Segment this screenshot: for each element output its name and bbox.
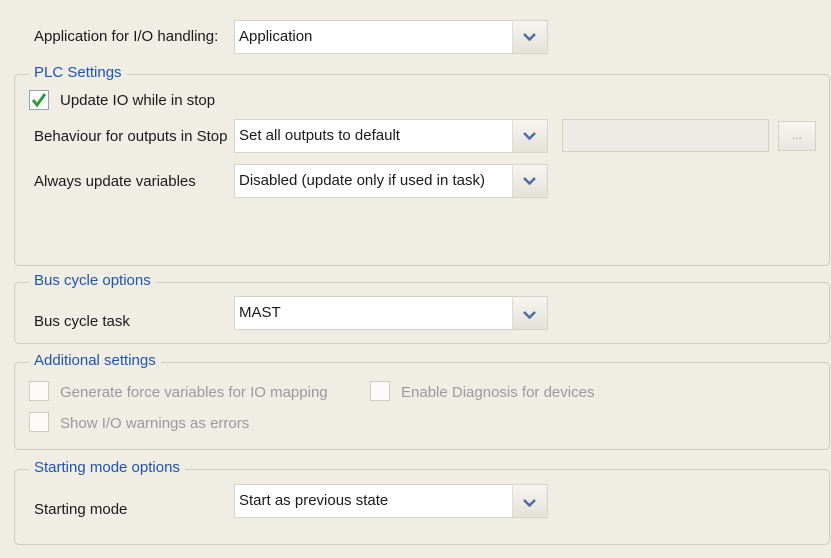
- bus-cycle-task-value: MAST: [239, 304, 281, 321]
- starting-mode-value: Start as previous state: [239, 492, 389, 509]
- app-handling-dropdown-button[interactable]: [512, 21, 547, 53]
- checkmark-icon: [31, 93, 47, 108]
- starting-mode-dropdown-button[interactable]: [512, 485, 547, 517]
- chevron-down-icon: [523, 33, 536, 41]
- starting-mode-select[interactable]: Start as previous state: [234, 484, 548, 518]
- chevron-down-icon: [523, 311, 536, 319]
- behaviour-select[interactable]: Set all outputs to default: [234, 119, 548, 153]
- update-io-label: Update IO while in stop: [60, 92, 216, 109]
- enable-diagnosis-label: Enable Diagnosis for devices: [401, 384, 595, 401]
- behaviour-extra-field: [562, 119, 769, 152]
- always-update-dropdown-button[interactable]: [512, 165, 547, 197]
- behaviour-dropdown-button[interactable]: [512, 120, 547, 152]
- chevron-down-icon: [523, 499, 536, 507]
- warnings-as-errors-label: Show I/O warnings as errors: [60, 415, 250, 432]
- app-handling-value: Application: [239, 28, 313, 45]
- behaviour-value: Set all outputs to default: [239, 127, 400, 144]
- always-update-value: Disabled (update only if used in task): [239, 172, 485, 189]
- starting-mode-legend: Starting mode options: [29, 459, 185, 476]
- starting-mode-label: Starting mode: [34, 501, 128, 518]
- force-variables-label: Generate force variables for IO mapping: [60, 384, 328, 401]
- plc-settings-legend: PLC Settings: [29, 64, 127, 81]
- additional-settings-legend: Additional settings: [29, 352, 161, 369]
- force-variables-checkbox[interactable]: [29, 381, 49, 401]
- bus-cycle-task-select[interactable]: MAST: [234, 296, 548, 330]
- always-update-label: Always update variables: [34, 173, 196, 190]
- bus-cycle-legend: Bus cycle options: [29, 272, 156, 289]
- chevron-down-icon: [523, 132, 536, 140]
- bus-cycle-task-label: Bus cycle task: [34, 313, 130, 330]
- warnings-as-errors-checkbox[interactable]: [29, 412, 49, 432]
- update-io-checkbox[interactable]: [29, 90, 49, 110]
- bus-cycle-dropdown-button[interactable]: [512, 297, 547, 329]
- always-update-select[interactable]: Disabled (update only if used in task): [234, 164, 548, 198]
- chevron-down-icon: [523, 177, 536, 185]
- enable-diagnosis-checkbox[interactable]: [370, 381, 390, 401]
- app-handling-select[interactable]: Application: [234, 20, 548, 54]
- additional-settings-group: [14, 362, 830, 450]
- app-handling-label: Application for I/O handling:: [34, 28, 219, 45]
- behaviour-browse-button: ...: [778, 121, 816, 151]
- behaviour-label: Behaviour for outputs in Stop: [34, 128, 228, 145]
